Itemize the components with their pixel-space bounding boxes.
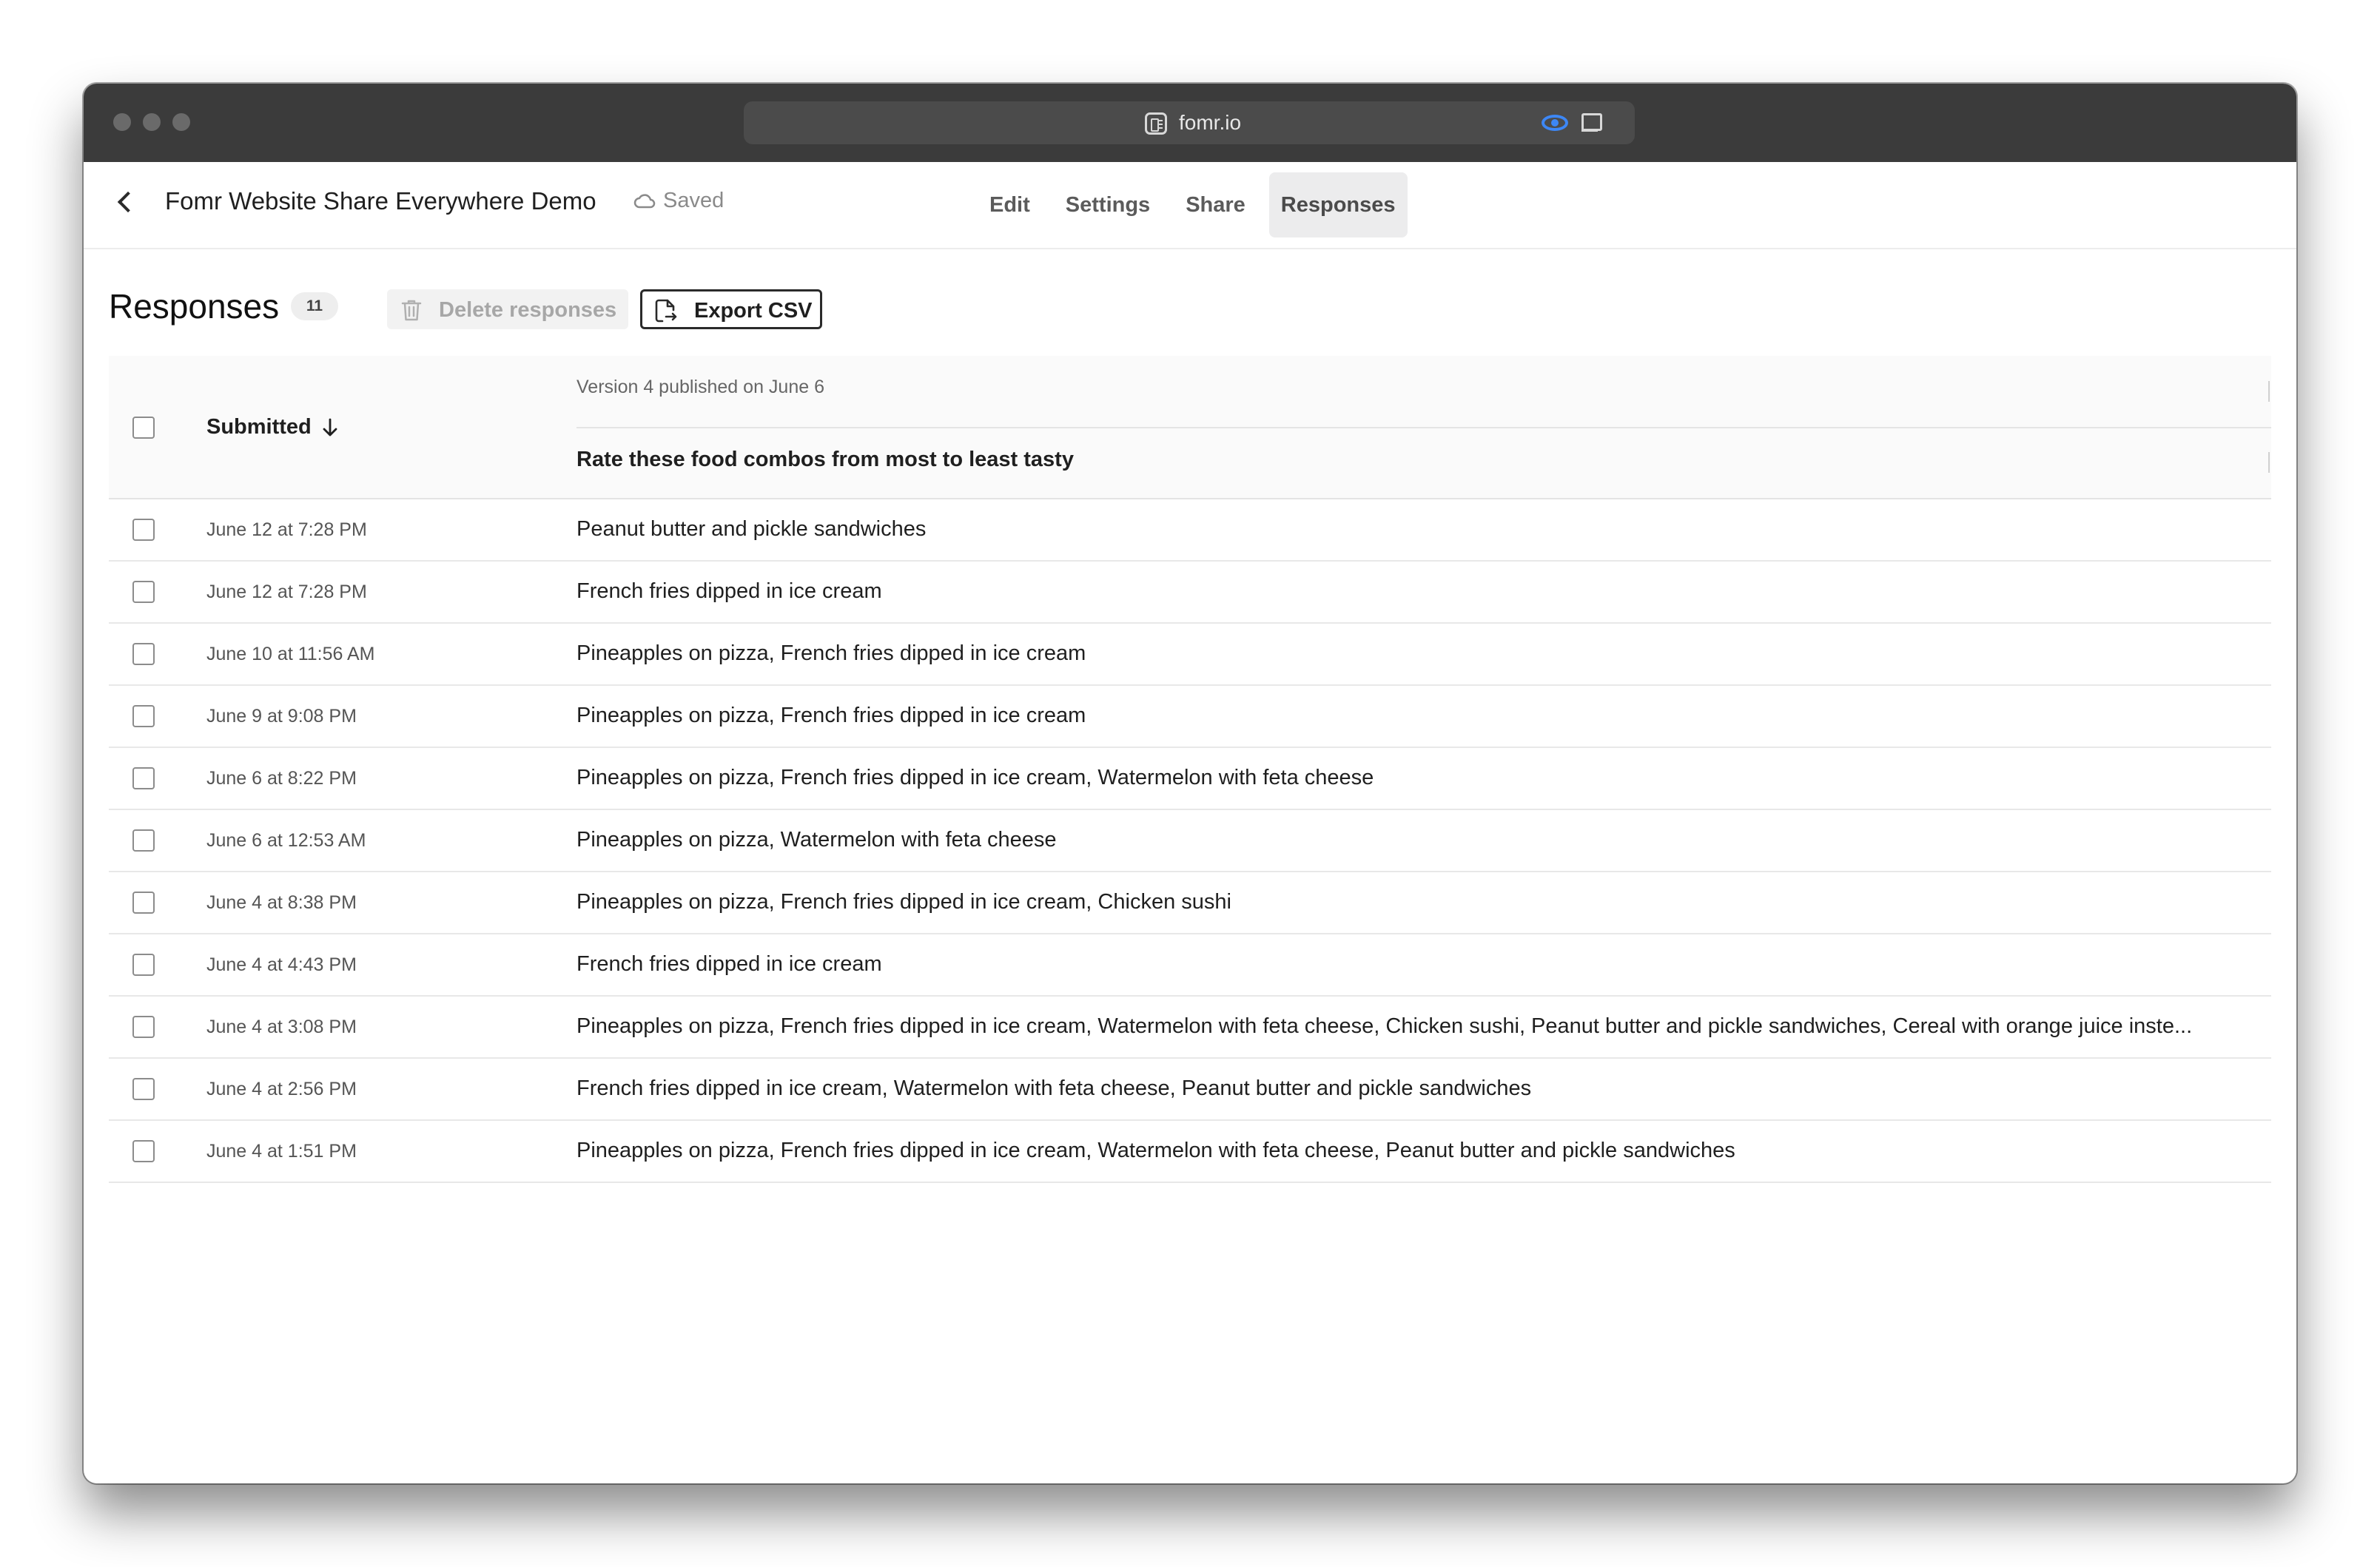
response-count-badge: 11 bbox=[291, 292, 338, 320]
export-csv-label: Export CSV bbox=[694, 299, 813, 323]
minimize-window-button[interactable] bbox=[143, 113, 161, 131]
close-window-button[interactable] bbox=[113, 113, 131, 131]
response-answer: Pineapples on pizza, French fries dipped… bbox=[576, 1139, 1735, 1162]
nav-tabs: Edit Settings Share Responses bbox=[978, 172, 1419, 237]
url-text: fomr.io bbox=[1179, 111, 1242, 134]
chevron-left-icon[interactable] bbox=[117, 191, 139, 213]
table-row[interactable]: June 4 at 8:38 PM Pineapples on pizza, F… bbox=[109, 872, 2271, 934]
response-answer: French fries dipped in ice cream bbox=[576, 952, 882, 976]
column-resize-handle[interactable] bbox=[2268, 381, 2270, 402]
response-answer: Pineapples on pizza, Watermelon with fet… bbox=[576, 828, 1057, 852]
maximize-window-button[interactable] bbox=[172, 113, 190, 131]
table-row[interactable]: June 12 at 7:28 PM Peanut butter and pic… bbox=[109, 499, 2271, 562]
tab-share[interactable]: Share bbox=[1174, 172, 1257, 237]
file-export-icon bbox=[655, 299, 677, 323]
row-checkbox[interactable] bbox=[132, 705, 155, 727]
row-checkbox[interactable] bbox=[132, 829, 155, 852]
export-csv-button[interactable]: Export CSV bbox=[640, 289, 822, 329]
browser-titlebar: fomr.io bbox=[84, 84, 2296, 162]
form-title: Fomr Website Share Everywhere Demo bbox=[165, 187, 596, 215]
row-checkbox[interactable] bbox=[132, 1016, 155, 1038]
submitted-column-header[interactable]: Submitted bbox=[206, 415, 338, 439]
header-divider bbox=[576, 427, 2271, 428]
table-row[interactable]: June 12 at 7:28 PM French fries dipped i… bbox=[109, 562, 2271, 624]
arrow-down-icon bbox=[323, 418, 337, 436]
submitted-date: June 4 at 1:51 PM bbox=[206, 1141, 357, 1162]
response-answer: Pineapples on pizza, French fries dipped… bbox=[576, 1014, 2193, 1038]
submitted-date: June 4 at 2:56 PM bbox=[206, 1079, 357, 1099]
tab-settings[interactable]: Settings bbox=[1054, 172, 1162, 237]
form-icon bbox=[1145, 112, 1167, 135]
row-checkbox[interactable] bbox=[132, 1140, 155, 1162]
eye-icon[interactable] bbox=[1542, 115, 1568, 131]
screenshot-stage: fomr.io Fomr Website Share Everywhere De… bbox=[0, 0, 2380, 1567]
row-checkbox[interactable] bbox=[132, 643, 155, 665]
row-checkbox[interactable] bbox=[132, 1078, 155, 1100]
cloud-icon bbox=[633, 193, 656, 208]
row-checkbox[interactable] bbox=[132, 892, 155, 914]
response-answer: Pineapples on pizza, French fries dipped… bbox=[576, 890, 1231, 914]
table-row[interactable]: June 9 at 9:08 PM Pineapples on pizza, F… bbox=[109, 686, 2271, 748]
responses-table: Submitted Version 4 published on June 6 … bbox=[109, 356, 2271, 1183]
tab-edit[interactable]: Edit bbox=[978, 172, 1042, 237]
table-row[interactable]: June 6 at 8:22 PM Pineapples on pizza, F… bbox=[109, 748, 2271, 810]
tab-responses[interactable]: Responses bbox=[1268, 172, 1408, 237]
reader-icon[interactable] bbox=[1580, 112, 1602, 132]
table-header: Submitted Version 4 published on June 6 … bbox=[109, 356, 2271, 499]
app-header: Fomr Website Share Everywhere Demo Saved… bbox=[84, 162, 2296, 249]
table-row[interactable]: June 4 at 1:51 PM Pineapples on pizza, F… bbox=[109, 1121, 2271, 1183]
delete-responses-label: Delete responses bbox=[439, 298, 617, 322]
trash-icon bbox=[401, 300, 422, 321]
window-controls bbox=[113, 113, 190, 131]
submitted-date: June 10 at 11:56 AM bbox=[206, 644, 375, 664]
table-row[interactable]: June 6 at 12:53 AM Pineapples on pizza, … bbox=[109, 810, 2271, 872]
submitted-date: June 6 at 12:53 AM bbox=[206, 830, 366, 851]
page-title: Responses bbox=[109, 287, 280, 326]
response-answer: Pineapples on pizza, French fries dipped… bbox=[576, 766, 1374, 789]
saved-label: Saved bbox=[663, 189, 725, 212]
table-row[interactable]: June 10 at 11:56 AM Pineapples on pizza,… bbox=[109, 624, 2271, 686]
submitted-date: June 4 at 3:08 PM bbox=[206, 1017, 357, 1037]
row-checkbox[interactable] bbox=[132, 767, 155, 789]
delete-responses-button[interactable]: Delete responses bbox=[387, 289, 628, 329]
row-checkbox[interactable] bbox=[132, 519, 155, 541]
table-row[interactable]: June 4 at 4:43 PM French fries dipped in… bbox=[109, 934, 2271, 997]
select-all-checkbox[interactable] bbox=[132, 417, 155, 439]
submitted-date: June 12 at 7:28 PM bbox=[206, 582, 367, 602]
table-row[interactable]: June 4 at 2:56 PM French fries dipped in… bbox=[109, 1059, 2271, 1121]
browser-window: fomr.io Fomr Website Share Everywhere De… bbox=[84, 84, 2296, 1483]
row-checkbox[interactable] bbox=[132, 581, 155, 603]
address-bar[interactable]: fomr.io bbox=[744, 101, 1635, 144]
row-checkbox[interactable] bbox=[132, 954, 155, 976]
submitted-date: June 4 at 4:43 PM bbox=[206, 954, 357, 975]
submitted-date: June 12 at 7:28 PM bbox=[206, 519, 367, 540]
question-column-header[interactable]: Rate these food combos from most to leas… bbox=[576, 448, 1074, 472]
submitted-date: June 6 at 8:22 PM bbox=[206, 768, 357, 789]
response-answer: French fries dipped in ice cream bbox=[576, 579, 882, 603]
submitted-date: June 4 at 8:38 PM bbox=[206, 892, 357, 913]
submitted-date: June 9 at 9:08 PM bbox=[206, 706, 357, 727]
table-row[interactable]: June 4 at 3:08 PM Pineapples on pizza, F… bbox=[109, 997, 2271, 1059]
submitted-header-label: Submitted bbox=[206, 415, 312, 439]
response-answer: Pineapples on pizza, French fries dipped… bbox=[576, 641, 1086, 665]
response-answer: Pineapples on pizza, French fries dipped… bbox=[576, 704, 1086, 727]
response-answer: French fries dipped in ice cream, Waterm… bbox=[576, 1076, 1532, 1100]
column-resize-handle[interactable] bbox=[2268, 452, 2270, 473]
version-label: Version 4 published on June 6 bbox=[576, 377, 824, 397]
saved-status: Saved bbox=[633, 189, 724, 213]
response-answer: Peanut butter and pickle sandwiches bbox=[576, 517, 927, 541]
